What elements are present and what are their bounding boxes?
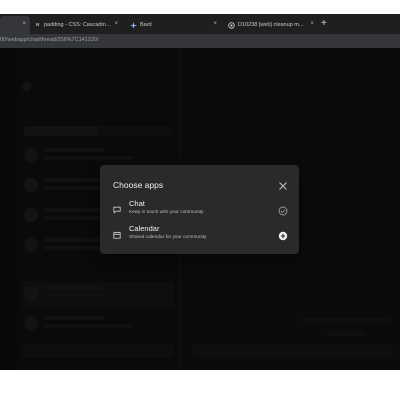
app-name: Calendar [129,224,160,233]
calendar-icon [113,226,121,239]
record-icon [228,21,235,29]
browser-tab-active[interactable]: × [0,16,30,34]
add-circle-icon[interactable] [278,228,288,241]
app-item-calendar[interactable]: Calendar Shared calendar for your commun… [113,224,288,246]
browser-tab-padding[interactable]: w padding - CSS: Cascading St... × [30,16,122,34]
wikipedia-icon: w [35,22,40,28]
chat-bubble-icon [113,201,121,214]
bard-icon [130,21,137,29]
choose-apps-modal: Choose apps Chat Keep in touch with your… [100,165,299,254]
check-circle-icon [278,203,288,216]
close-icon[interactable]: × [213,21,217,27]
new-tab-button[interactable]: + [321,18,331,30]
browser-tab-bard[interactable]: Bard × [126,16,221,34]
address-bar[interactable]: 00/webapp/chat/thread/256%7C141220/ [0,34,400,48]
close-icon[interactable] [278,178,288,190]
app-description: Shared calendar for your community [129,235,207,240]
browser-tab-d10238[interactable]: D10238 [web] cleanup m... × [224,16,318,34]
url-text[interactable]: 00/webapp/chat/thread/256%7C141220/ [0,37,98,43]
modal-title: Choose apps [113,180,164,190]
tab-label: Bard [140,22,152,28]
close-icon[interactable]: × [114,21,118,27]
close-icon[interactable]: × [310,21,314,27]
app-item-chat[interactable]: Chat Keep in touch with your community [113,199,288,221]
tab-label: padding - CSS: Cascading St... [44,22,114,28]
app-name: Chat [129,199,145,208]
close-icon[interactable]: × [22,21,26,27]
app-description: Keep in touch with your community [129,210,204,215]
tab-bar: × w padding - CSS: Cascading St... × Bar… [0,14,400,34]
tab-label: D10238 [web] cleanup m... [238,22,304,28]
